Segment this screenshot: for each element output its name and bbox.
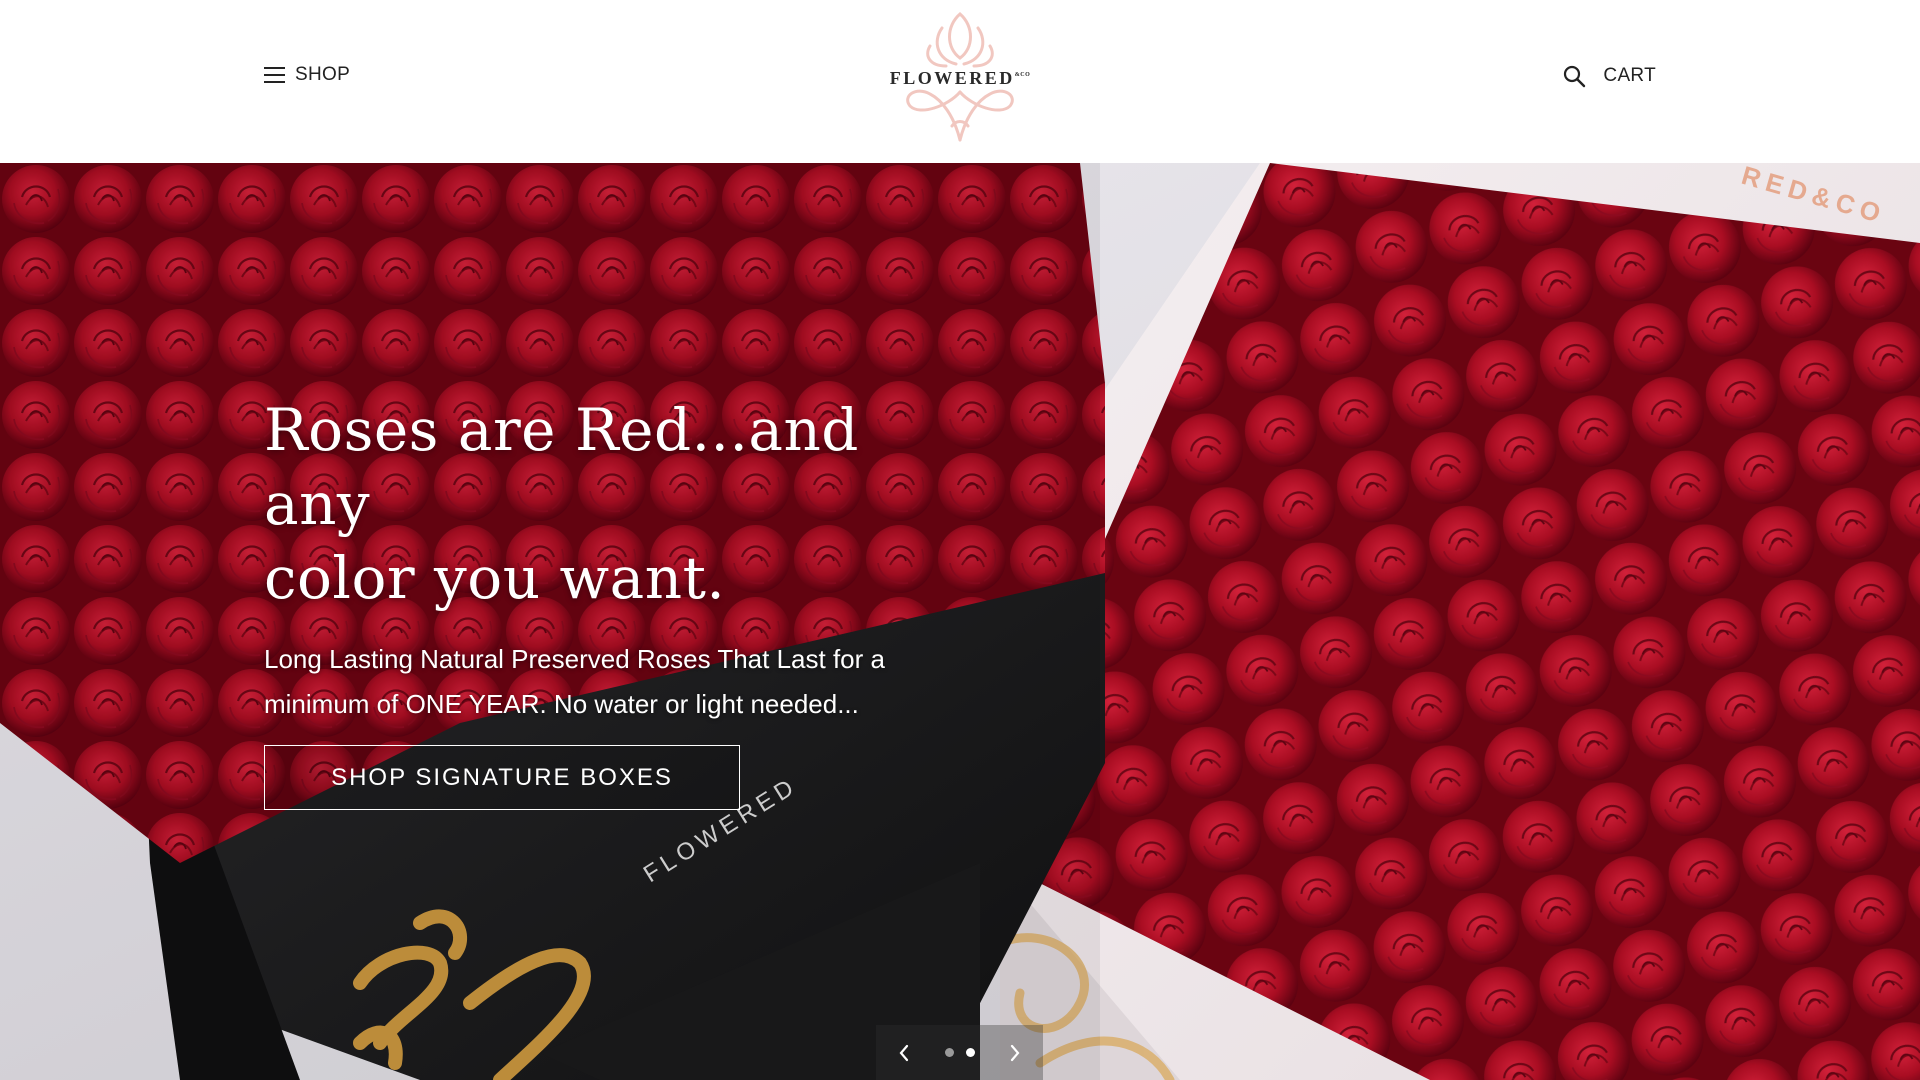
- hamburger-icon: [264, 67, 285, 83]
- slider-dot-1[interactable]: [944, 1048, 954, 1057]
- hero-banner: RED&CO FLOWERED Roses are Red...and any …: [0, 163, 1920, 1080]
- slider-dots: [939, 1048, 981, 1057]
- header-right-nav: CART: [1562, 64, 1656, 88]
- shop-signature-boxes-button[interactable]: SHOP SIGNATURE BOXES: [264, 745, 740, 810]
- site-header: SHOP FLOWERED&CO CART: [0, 0, 1920, 163]
- slider-controls: [876, 1025, 1043, 1080]
- hero-content: Roses are Red...and any color you want. …: [264, 393, 984, 810]
- hero-title-line-1: Roses are Red...and any: [264, 396, 859, 538]
- chevron-right-icon: [1010, 1044, 1020, 1061]
- cart-link[interactable]: CART: [1603, 65, 1656, 87]
- hero-title-line-2: color you want.: [264, 544, 726, 612]
- shop-label: SHOP: [295, 64, 351, 85]
- hero-description: Long Lasting Natural Preserved Roses Tha…: [264, 644, 885, 719]
- shop-menu-button[interactable]: SHOP: [264, 64, 350, 86]
- slider-next-button[interactable]: [1005, 1043, 1025, 1063]
- chevron-left-icon: [899, 1044, 909, 1061]
- slider-dot-2[interactable]: [965, 1048, 975, 1057]
- search-icon[interactable]: [1562, 64, 1586, 88]
- logo-wordmark: FLOWERED&CO: [889, 68, 1031, 88]
- slider-prev-button[interactable]: [894, 1043, 914, 1063]
- site-logo[interactable]: FLOWERED&CO: [880, 8, 1040, 148]
- hero-title: Roses are Red...and any color you want.: [264, 393, 984, 615]
